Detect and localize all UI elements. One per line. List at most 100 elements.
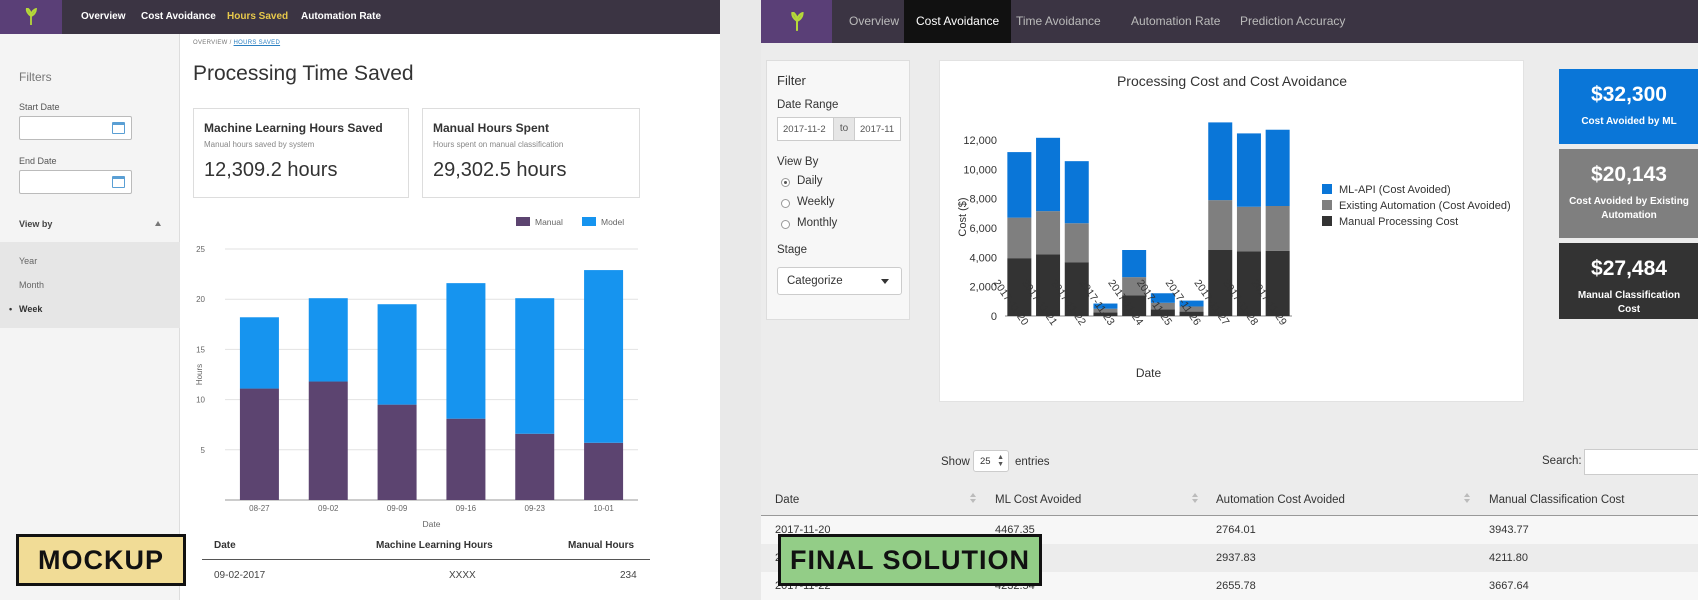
- view-by-label[interactable]: View by: [19, 219, 52, 229]
- nav-time-avoidance[interactable]: Time Avoidance: [1004, 0, 1113, 43]
- search-input[interactable]: [1584, 449, 1698, 475]
- y-tick-label: 0: [991, 311, 997, 323]
- calendar-icon[interactable]: [112, 122, 125, 134]
- y-tick-label: 10: [196, 396, 205, 405]
- sort-icon[interactable]: [1464, 493, 1470, 504]
- bar-manual: [446, 418, 486, 500]
- final-solution-label: FINAL SOLUTION: [778, 534, 1042, 586]
- card-value: 29,302.5 hours: [433, 159, 567, 181]
- cell-manual-hours: 234: [620, 570, 637, 581]
- radio-weekly[interactable]: [781, 199, 790, 208]
- date-range-to: to: [834, 117, 854, 141]
- col-date[interactable]: Date: [214, 540, 236, 551]
- bar-1: [1036, 211, 1061, 255]
- chevron-up-icon[interactable]: [155, 221, 161, 226]
- legend-swatch: [516, 217, 530, 226]
- view-by-month[interactable]: Month: [19, 280, 44, 290]
- end-date-input[interactable]: 2017-11: [854, 117, 901, 141]
- view-by-list: Year Month • Week: [0, 242, 180, 328]
- legend-label: Existing Automation (Cost Avoided): [1339, 200, 1511, 212]
- y-tick-label: 4,000: [969, 252, 997, 264]
- y-tick-label: 5: [201, 446, 206, 455]
- cell-manual-cost: 3667.64: [1489, 580, 1529, 592]
- bar-1: [1007, 217, 1032, 259]
- y-tick-label: 6,000: [969, 223, 997, 235]
- chevron-down-icon: [881, 279, 889, 284]
- entries-select[interactable]: 25 ▲ ▼: [973, 450, 1009, 472]
- date-range-label: Date Range: [777, 99, 839, 111]
- radio-daily[interactable]: [781, 178, 790, 187]
- y-axis-title: Hours: [195, 364, 204, 385]
- y-tick-label: 25: [196, 245, 205, 254]
- col-manual-classification-cost[interactable]: Manual Classification Cost: [1489, 494, 1625, 506]
- header-divider: [202, 559, 650, 560]
- bar-manual: [377, 404, 417, 500]
- nav-prediction-accuracy[interactable]: Prediction Accuracy: [1228, 0, 1357, 43]
- legend-swatch: [1322, 200, 1332, 210]
- legend-swatch: [1322, 216, 1332, 226]
- bar-manual: [308, 381, 348, 500]
- ml-hours-card: Machine Learning Hours Saved Manual hour…: [193, 108, 409, 198]
- bar-model: [515, 298, 555, 434]
- bar-2: [1007, 152, 1032, 218]
- nav-automation-rate[interactable]: Automation Rate: [301, 0, 381, 34]
- card-subtitle: Manual hours saved by system: [204, 140, 315, 149]
- kpi-value: $20,143: [1591, 163, 1667, 186]
- filters-sidebar: Filters Start Date End Date View by Year…: [0, 34, 180, 600]
- y-axis-title: Cost ($): [957, 197, 969, 236]
- nav-overview[interactable]: Overview: [81, 0, 125, 34]
- x-tick-label: 10-01: [593, 504, 614, 513]
- bar-2: [1036, 137, 1061, 212]
- col-ml-hours[interactable]: Machine Learning Hours: [376, 540, 493, 551]
- filter-title: Filter: [777, 73, 806, 88]
- kpi-automation-cost-avoided: $20,143 Cost Avoided by Existing Automat…: [1559, 149, 1698, 238]
- bar-model: [584, 270, 624, 443]
- breadcrumb-hours-saved[interactable]: HOURS SAVED: [234, 40, 281, 46]
- radio-monthly-label[interactable]: Monthly: [797, 217, 837, 229]
- bar-model: [308, 298, 348, 382]
- col-manual-hours[interactable]: Manual Hours: [568, 540, 634, 551]
- nav-automation-rate[interactable]: Automation Rate: [1119, 0, 1232, 43]
- bar-manual: [584, 442, 624, 500]
- x-tick-label: 08-27: [249, 504, 270, 513]
- bar-2: [1208, 122, 1233, 201]
- nav-cost-avoidance[interactable]: Cost Avoidance: [904, 0, 1012, 43]
- filters-title: Filters: [19, 70, 52, 84]
- calendar-icon[interactable]: [112, 176, 125, 188]
- col-ml-cost-avoided[interactable]: ML Cost Avoided: [995, 494, 1081, 506]
- start-date-input[interactable]: [19, 116, 132, 140]
- nav-hours-saved[interactable]: Hours Saved: [227, 0, 288, 34]
- col-date[interactable]: Date: [775, 494, 799, 506]
- legend-label: Model: [601, 217, 624, 227]
- hours-saved-chart: 5 10 15 20 25 08-27 09-02 09-09 09-16 09-23 10-01 D…: [195, 217, 638, 529]
- card-title: Manual Hours Spent: [433, 121, 550, 135]
- cell-automation-cost: 2937.83: [1216, 552, 1256, 564]
- bar-1: [1236, 206, 1261, 252]
- nav-overview[interactable]: Overview: [837, 0, 911, 43]
- y-tick-label: 15: [196, 345, 205, 354]
- bar-2: [1064, 161, 1089, 224]
- final-solution-panel: Overview Cost Avoidance Time Avoidance A…: [761, 0, 1698, 600]
- view-by-week-label: Week: [19, 304, 43, 314]
- stage-label: Stage: [777, 244, 808, 256]
- col-automation-cost-avoided[interactable]: Automation Cost Avoided: [1216, 494, 1345, 506]
- end-date-input[interactable]: [19, 170, 132, 194]
- kpi-manual-cost: $27,484 Manual Classification Cost: [1559, 243, 1698, 319]
- view-by-label: View By: [777, 156, 819, 168]
- leaf-logo-icon[interactable]: [0, 0, 62, 34]
- breadcrumb-overview[interactable]: OVERVIEW: [193, 40, 228, 46]
- view-by-year[interactable]: Year: [19, 256, 37, 266]
- sort-icon[interactable]: [1192, 493, 1198, 504]
- sort-icon[interactable]: [970, 493, 976, 504]
- stage-select[interactable]: Categorize: [777, 267, 902, 295]
- radio-monthly[interactable]: [781, 220, 790, 229]
- cell-automation-cost: 2655.78: [1216, 580, 1256, 592]
- mockup-panel: Overview Cost Avoidance Hours Saved Auto…: [0, 0, 720, 600]
- start-date-input[interactable]: 2017-11-2: [777, 117, 834, 141]
- view-by-week[interactable]: • Week: [9, 304, 43, 314]
- nav-cost-avoidance[interactable]: Cost Avoidance: [141, 0, 216, 34]
- radio-daily-label[interactable]: Daily: [797, 175, 823, 187]
- radio-weekly-label[interactable]: Weekly: [797, 196, 835, 208]
- leaf-logo-icon[interactable]: [761, 0, 832, 43]
- bar-1: [1208, 200, 1233, 250]
